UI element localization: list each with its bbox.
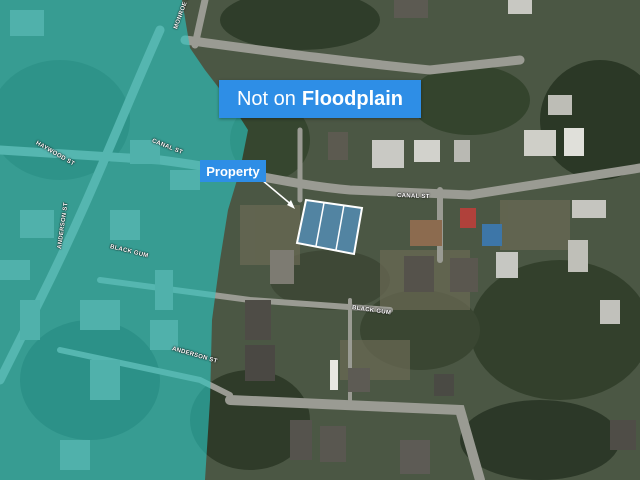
banner-emphasis: Floodplain [301,87,404,110]
street-label-canal-right: CANAL ST [396,193,430,201]
aerial-imagery [0,0,640,480]
banner-prefix: Not on [236,87,296,110]
property-parcel[interactable] [295,198,364,256]
floodplain-status-banner: Not on Floodplain [219,80,421,118]
property-label: Property [200,160,266,182]
aerial-map[interactable]: CANAL ST CANAL ST HAYWOOD ST ANDERSON ST… [0,0,640,480]
